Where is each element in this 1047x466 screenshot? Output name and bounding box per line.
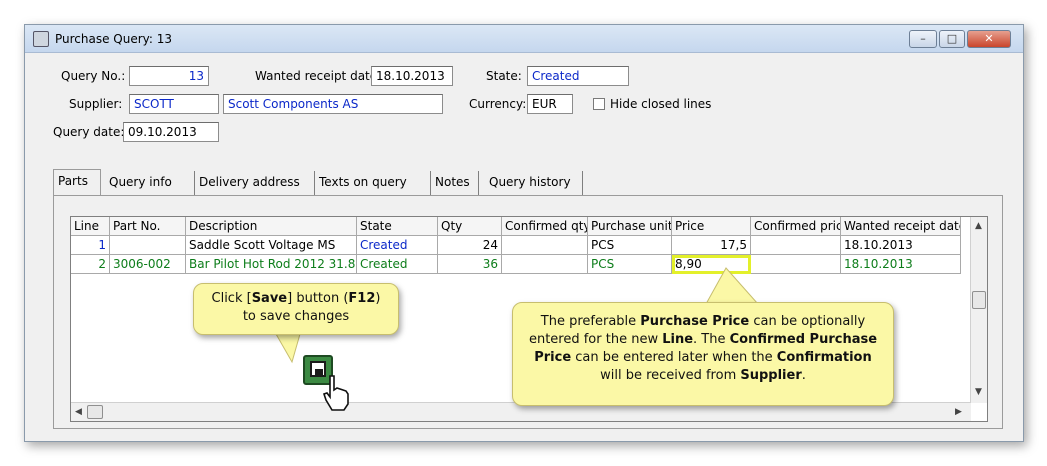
save-callout-pointer: [275, 333, 301, 364]
save-callout: Click [Save] button (F12) to save change…: [193, 283, 399, 335]
save-callout-line1: Click [Save] button (F12): [211, 291, 381, 306]
price-callout: The preferable Purchase Price can be opt…: [512, 302, 894, 406]
hand-pointer-icon: [322, 375, 349, 411]
price-callout-pointer: [705, 267, 760, 305]
save-callout-line2: to save changes: [242, 309, 350, 324]
